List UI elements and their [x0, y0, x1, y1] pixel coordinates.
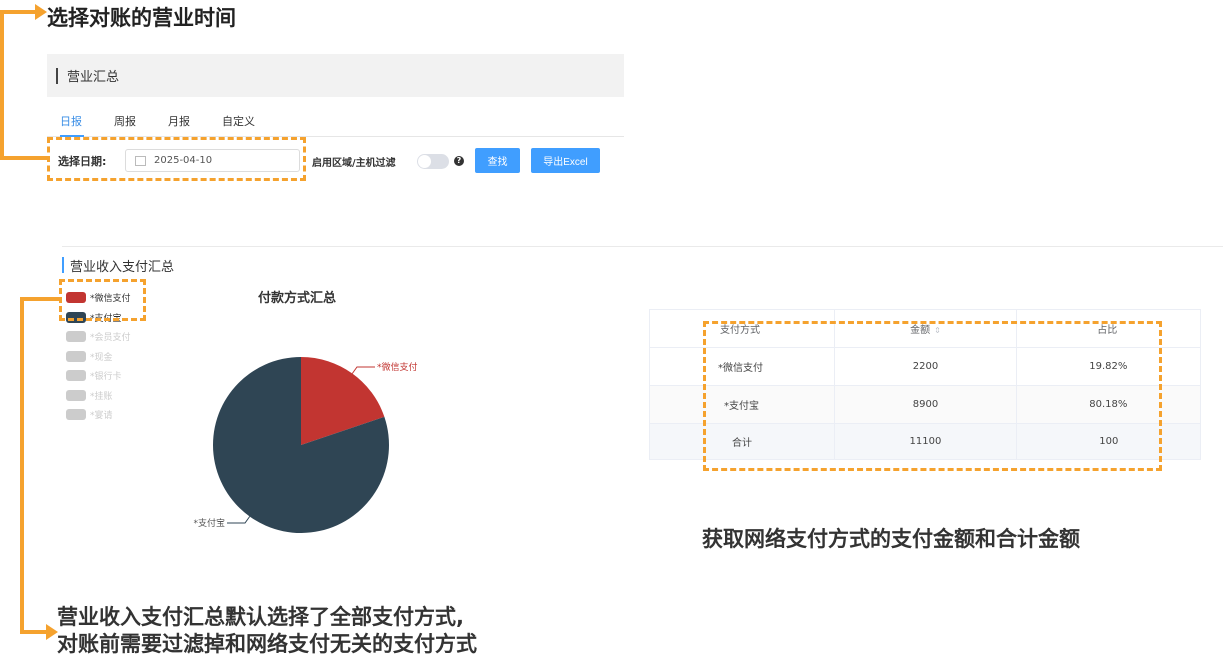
section-accent-bar	[62, 257, 64, 273]
page-title-bar: 营业汇总	[47, 54, 624, 97]
date-highlight-box	[47, 137, 306, 181]
legend-highlight-box	[59, 279, 146, 321]
region-filter-switch[interactable]	[417, 154, 449, 169]
annotation-arrow-top-horizontal	[0, 10, 36, 14]
annotation-bottom-line1: 营业收入支付汇总默认选择了全部支付方式,	[57, 605, 464, 629]
annotation-top-text: 选择对账的营业时间	[47, 6, 236, 30]
region-filter-label: 启用区域/主机过滤	[312, 158, 396, 169]
legend-item-credit[interactable]: *挂账	[66, 386, 131, 406]
annotation-arrow-bottom-horizontal-top	[20, 297, 62, 301]
legend-swatch	[66, 350, 86, 362]
pie-label: *支付宝	[193, 517, 225, 529]
tab-daily[interactable]: 日报	[60, 113, 82, 137]
legend-label: *宴请	[90, 411, 113, 422]
legend-item-cash[interactable]: *现金	[66, 347, 131, 367]
tab-custom[interactable]: 自定义	[222, 113, 255, 137]
legend-item-bankcard[interactable]: *银行卡	[66, 366, 131, 386]
tab-monthly[interactable]: 月报	[168, 113, 190, 137]
annotation-bottom-text: 营业收入支付汇总默认选择了全部支付方式, 对账前需要过滤掉和网络支付无关的支付方…	[57, 604, 477, 658]
annotation-arrow-top-vertical	[0, 10, 4, 160]
legend-swatch	[66, 409, 86, 421]
legend-item-banquet[interactable]: *宴请	[66, 405, 131, 425]
pie-label: *微信支付	[377, 361, 418, 373]
legend-label: *挂账	[90, 391, 113, 402]
export-excel-button[interactable]: 导出Excel	[531, 148, 600, 173]
annotation-arrow-top-head	[35, 4, 47, 20]
table-highlight-box	[703, 321, 1162, 471]
question-icon[interactable]: ?	[454, 156, 464, 166]
annotation-right-text: 获取网络支付方式的支付金额和合计金额	[702, 527, 1080, 551]
annotation-arrow-top-link	[0, 156, 48, 160]
search-button[interactable]: 查找	[475, 148, 520, 173]
pie-label-line	[227, 516, 251, 524]
legend-swatch	[66, 370, 86, 382]
legend-swatch	[66, 389, 86, 401]
section-divider	[62, 246, 1223, 247]
switch-knob	[418, 155, 431, 168]
tab-weekly[interactable]: 周报	[114, 113, 136, 137]
payment-pie-chart: *微信支付 *支付宝	[193, 357, 418, 533]
annotation-arrow-bottom-vertical	[20, 297, 24, 633]
pie-label-line	[351, 366, 375, 374]
legend-item-member[interactable]: *会员支付	[66, 327, 131, 347]
annotation-bottom-line2: 对账前需要过滤掉和网络支付无关的支付方式	[57, 632, 477, 656]
legend-label: *会员支付	[90, 333, 131, 344]
legend-label: *银行卡	[90, 372, 122, 383]
report-tabs: 日报 周报 月报 自定义	[60, 113, 287, 137]
title-accent-bar	[56, 67, 58, 84]
legend-swatch	[66, 331, 86, 343]
annotation-arrow-bottom-horizontal	[20, 630, 48, 634]
legend-label: *现金	[90, 352, 113, 363]
page-title: 营业汇总	[67, 70, 120, 85]
section-title: 营业收入支付汇总	[70, 259, 175, 275]
section-title-bar: 营业收入支付汇总	[62, 257, 175, 275]
chart-title: 付款方式汇总	[258, 291, 337, 306]
